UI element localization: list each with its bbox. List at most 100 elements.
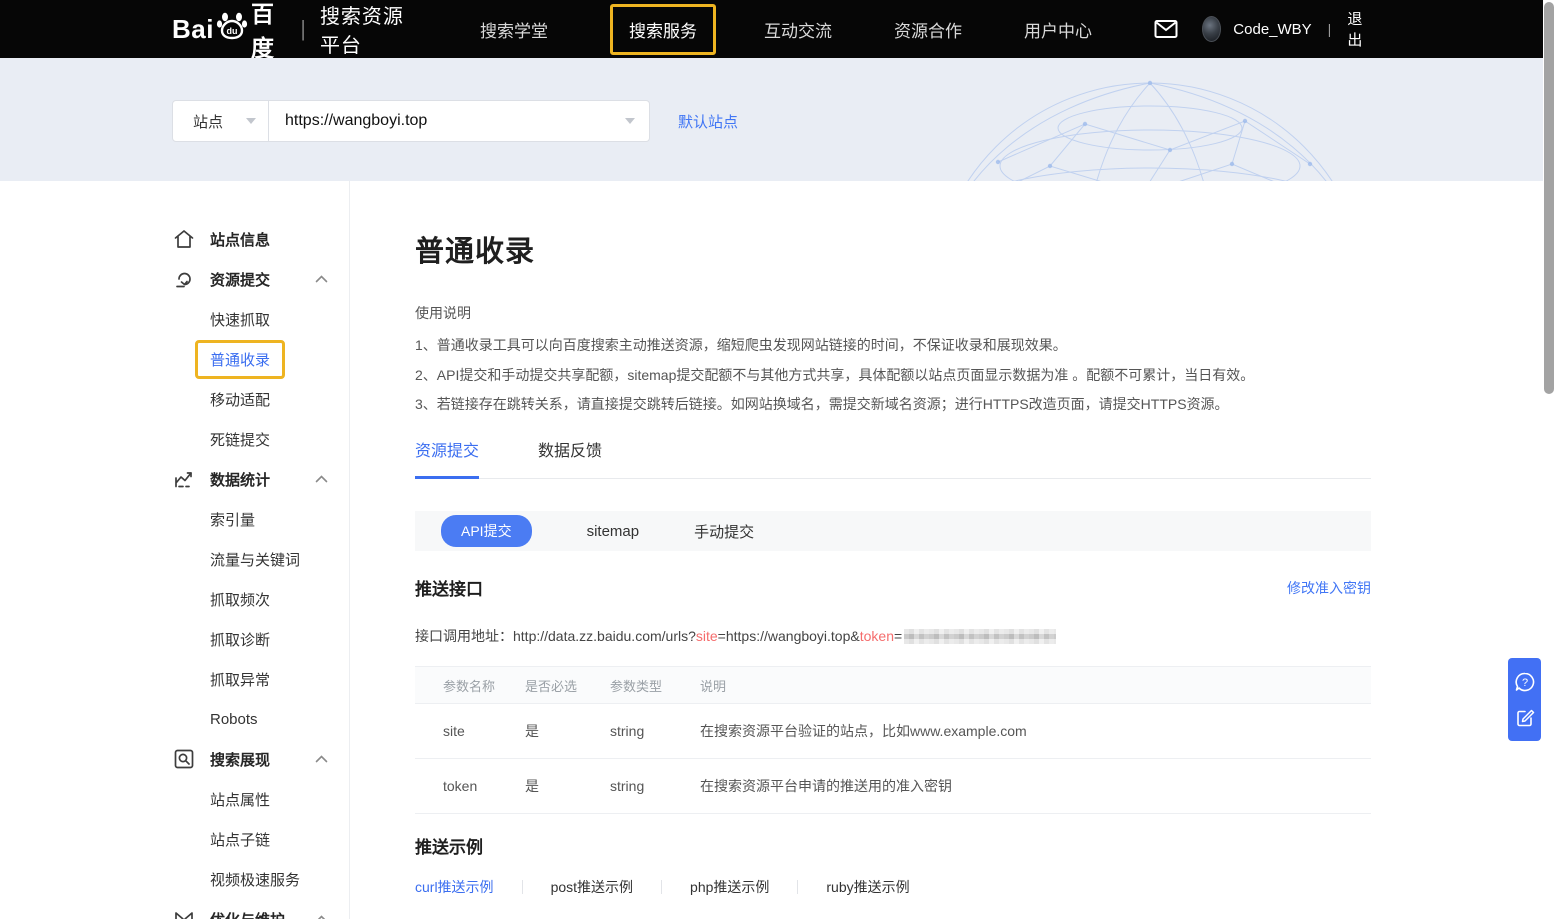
- logo-text-bai: Bai: [172, 14, 214, 45]
- baidu-logo[interactable]: Bai du 百度 | 搜索资源平台: [172, 0, 422, 63]
- chevron-up-icon[interactable]: [315, 475, 328, 483]
- mail-icon[interactable]: [1154, 19, 1178, 39]
- platform-title: 搜索资源平台: [320, 0, 422, 58]
- col-header-required: 是否必选: [525, 667, 610, 704]
- push-example-title: 推送示例: [415, 833, 1371, 858]
- example-tab-php[interactable]: php推送示例: [690, 877, 769, 897]
- logout-button[interactable]: 退出: [1347, 8, 1369, 50]
- nav-item-interaction[interactable]: 互动交流: [764, 17, 832, 42]
- sidebar-item-index-volume[interactable]: 索引量: [0, 499, 349, 539]
- scrollbar-track[interactable]: [1543, 0, 1556, 919]
- subtab-api-submit[interactable]: API提交: [441, 515, 532, 547]
- site-type-select[interactable]: 站点: [172, 100, 269, 142]
- site-url-value: https://wangboyi.top: [285, 112, 427, 130]
- navbar-user-area: Code_WBY | 退出: [1154, 8, 1543, 50]
- tab-resource-submit[interactable]: 资源提交: [415, 442, 479, 479]
- sidebar-item-crawl-diagnosis[interactable]: 抓取诊断: [0, 619, 349, 659]
- usage-heading: 使用说明: [415, 303, 1371, 323]
- search-display-icon: [174, 749, 194, 769]
- site-type-label: 站点: [193, 111, 223, 132]
- example-tab-curl[interactable]: curl推送示例: [415, 877, 494, 897]
- nav-item-school[interactable]: 搜索学堂: [480, 17, 548, 42]
- subtab-manual-submit[interactable]: 手动提交: [694, 521, 754, 542]
- api-site-value: https://wangboyi.top: [726, 628, 851, 644]
- main-content: 普通收录 使用说明 1、普通收录工具可以向百度搜索主动推送资源，缩短爬虫发现网站…: [415, 181, 1371, 919]
- home-icon: [174, 230, 194, 249]
- submit-resources-icon: [174, 269, 194, 289]
- table-row: site 是 string 在搜索资源平台验证的站点，比如www.example…: [415, 704, 1371, 759]
- push-example-tabs: curl推送示例 post推送示例 php推送示例 ruby推送示例: [415, 877, 1371, 897]
- floating-helper-widget: ?: [1508, 658, 1541, 741]
- feedback-icon[interactable]: [1514, 706, 1536, 728]
- chevron-up-icon[interactable]: [315, 275, 328, 283]
- divider: [522, 880, 523, 894]
- main-tabs: 资源提交 数据反馈: [415, 442, 1371, 479]
- logo-separator: |: [300, 16, 306, 42]
- wireframe-globe-graphic: [880, 66, 1420, 181]
- svg-text:du: du: [226, 26, 237, 36]
- sidebar-item-crawl-frequency[interactable]: 抓取频次: [0, 579, 349, 619]
- sidebar-item-mobile-adaptation[interactable]: 移动适配: [0, 379, 349, 419]
- top-navbar: Bai du 百度 | 搜索资源平台 搜索学堂 搜索服务: [0, 0, 1543, 58]
- param-table: 参数名称 是否必选 参数类型 说明 site 是 string 在搜索资源平台验…: [415, 666, 1371, 814]
- chevron-up-icon[interactable]: [315, 915, 328, 919]
- sidebar-item-robots[interactable]: Robots: [0, 699, 349, 739]
- sidebar-item-dead-link[interactable]: 死链提交: [0, 419, 349, 459]
- col-header-param-name: 参数名称: [415, 667, 525, 704]
- chevron-up-icon[interactable]: [315, 755, 328, 763]
- scrollbar-thumb[interactable]: [1544, 2, 1554, 394]
- default-site-link[interactable]: 默认站点: [678, 100, 738, 142]
- sidebar: 站点信息 资源提交 快速抓取 普通收录 移动适配 死链提交: [0, 181, 350, 919]
- sidebar-item-search-display[interactable]: 搜索展现: [0, 739, 349, 779]
- svg-text:?: ?: [1521, 677, 1527, 689]
- maintenance-icon: [174, 911, 194, 919]
- subtab-sitemap[interactable]: sitemap: [587, 523, 640, 540]
- sidebar-item-resource-submit[interactable]: 资源提交: [0, 259, 349, 299]
- sidebar-item-traffic-keywords[interactable]: 流量与关键词: [0, 539, 349, 579]
- active-item-highlight-box[interactable]: 普通收录: [195, 340, 285, 379]
- site-picker: 站点 https://wangboyi.top 默认站点: [172, 100, 650, 142]
- sidebar-item-quick-crawl[interactable]: 快速抓取: [0, 299, 349, 339]
- api-url-prefix: http://data.zz.baidu.com/urls?: [513, 628, 696, 644]
- chevron-down-icon: [246, 118, 256, 124]
- chart-icon: [174, 469, 194, 489]
- banner: 站点 https://wangboyi.top 默认站点: [0, 58, 1543, 181]
- api-address-label: 接口调用地址：: [415, 626, 513, 646]
- submit-method-tabs: API提交 sitemap 手动提交: [415, 511, 1371, 551]
- sidebar-item-site-sublinks[interactable]: 站点子链: [0, 819, 349, 859]
- sidebar-item-video-service[interactable]: 视频极速服务: [0, 859, 349, 899]
- nav-item-user-center[interactable]: 用户中心: [1024, 17, 1092, 42]
- param-table-header-row: 参数名称 是否必选 参数类型 说明: [415, 667, 1371, 704]
- example-tab-ruby[interactable]: ruby推送示例: [826, 877, 909, 897]
- usage-item-1: 1、普通收录工具可以向百度搜索主动推送资源，缩短爬虫发现网站链接的时间，不保证收…: [415, 338, 1371, 353]
- usage-item-2: 2、API提交和手动提交共享配额，sitemap提交配额不与其他方式共享，具体配…: [415, 368, 1371, 383]
- col-header-type: 参数类型: [610, 667, 700, 704]
- baidu-paw-icon: du: [215, 8, 249, 47]
- sidebar-item-site-info[interactable]: 站点信息: [0, 219, 349, 259]
- sidebar-item-site-attributes[interactable]: 站点属性: [0, 779, 349, 819]
- modify-access-key-link[interactable]: 修改准入密钥: [1287, 578, 1371, 598]
- help-icon[interactable]: ?: [1514, 671, 1536, 693]
- divider: [661, 880, 662, 894]
- sidebar-item-optimization-maintenance[interactable]: 优化与维护: [0, 899, 349, 919]
- push-api-header-row: 推送接口 修改准入密钥: [415, 575, 1371, 600]
- page-title: 普通收录: [415, 228, 1371, 270]
- col-header-description: 说明: [700, 667, 1371, 704]
- user-separator: |: [1328, 21, 1332, 37]
- chevron-down-icon: [625, 118, 635, 124]
- sidebar-item-data-statistics[interactable]: 数据统计: [0, 459, 349, 499]
- nav-item-search-service[interactable]: 搜索服务: [610, 4, 716, 55]
- example-tab-post[interactable]: post推送示例: [551, 877, 633, 897]
- page: Bai du 百度 | 搜索资源平台 搜索学堂 搜索服务: [0, 0, 1556, 919]
- site-url-select[interactable]: https://wangboyi.top: [269, 100, 650, 142]
- push-api-title: 推送接口: [415, 575, 483, 600]
- tab-data-feedback[interactable]: 数据反馈: [538, 442, 602, 479]
- sidebar-item-crawl-exception[interactable]: 抓取异常: [0, 659, 349, 699]
- sidebar-item-normal-inclusion[interactable]: 普通收录: [0, 339, 349, 379]
- username[interactable]: Code_WBY: [1233, 21, 1311, 38]
- api-address-line: 接口调用地址： http://data.zz.baidu.com/urls?si…: [415, 626, 1371, 646]
- table-row: token 是 string 在搜索资源平台申请的推送用的准入密钥: [415, 759, 1371, 814]
- divider: [797, 880, 798, 894]
- nav-item-cooperation[interactable]: 资源合作: [894, 17, 962, 42]
- user-avatar[interactable]: [1202, 16, 1221, 42]
